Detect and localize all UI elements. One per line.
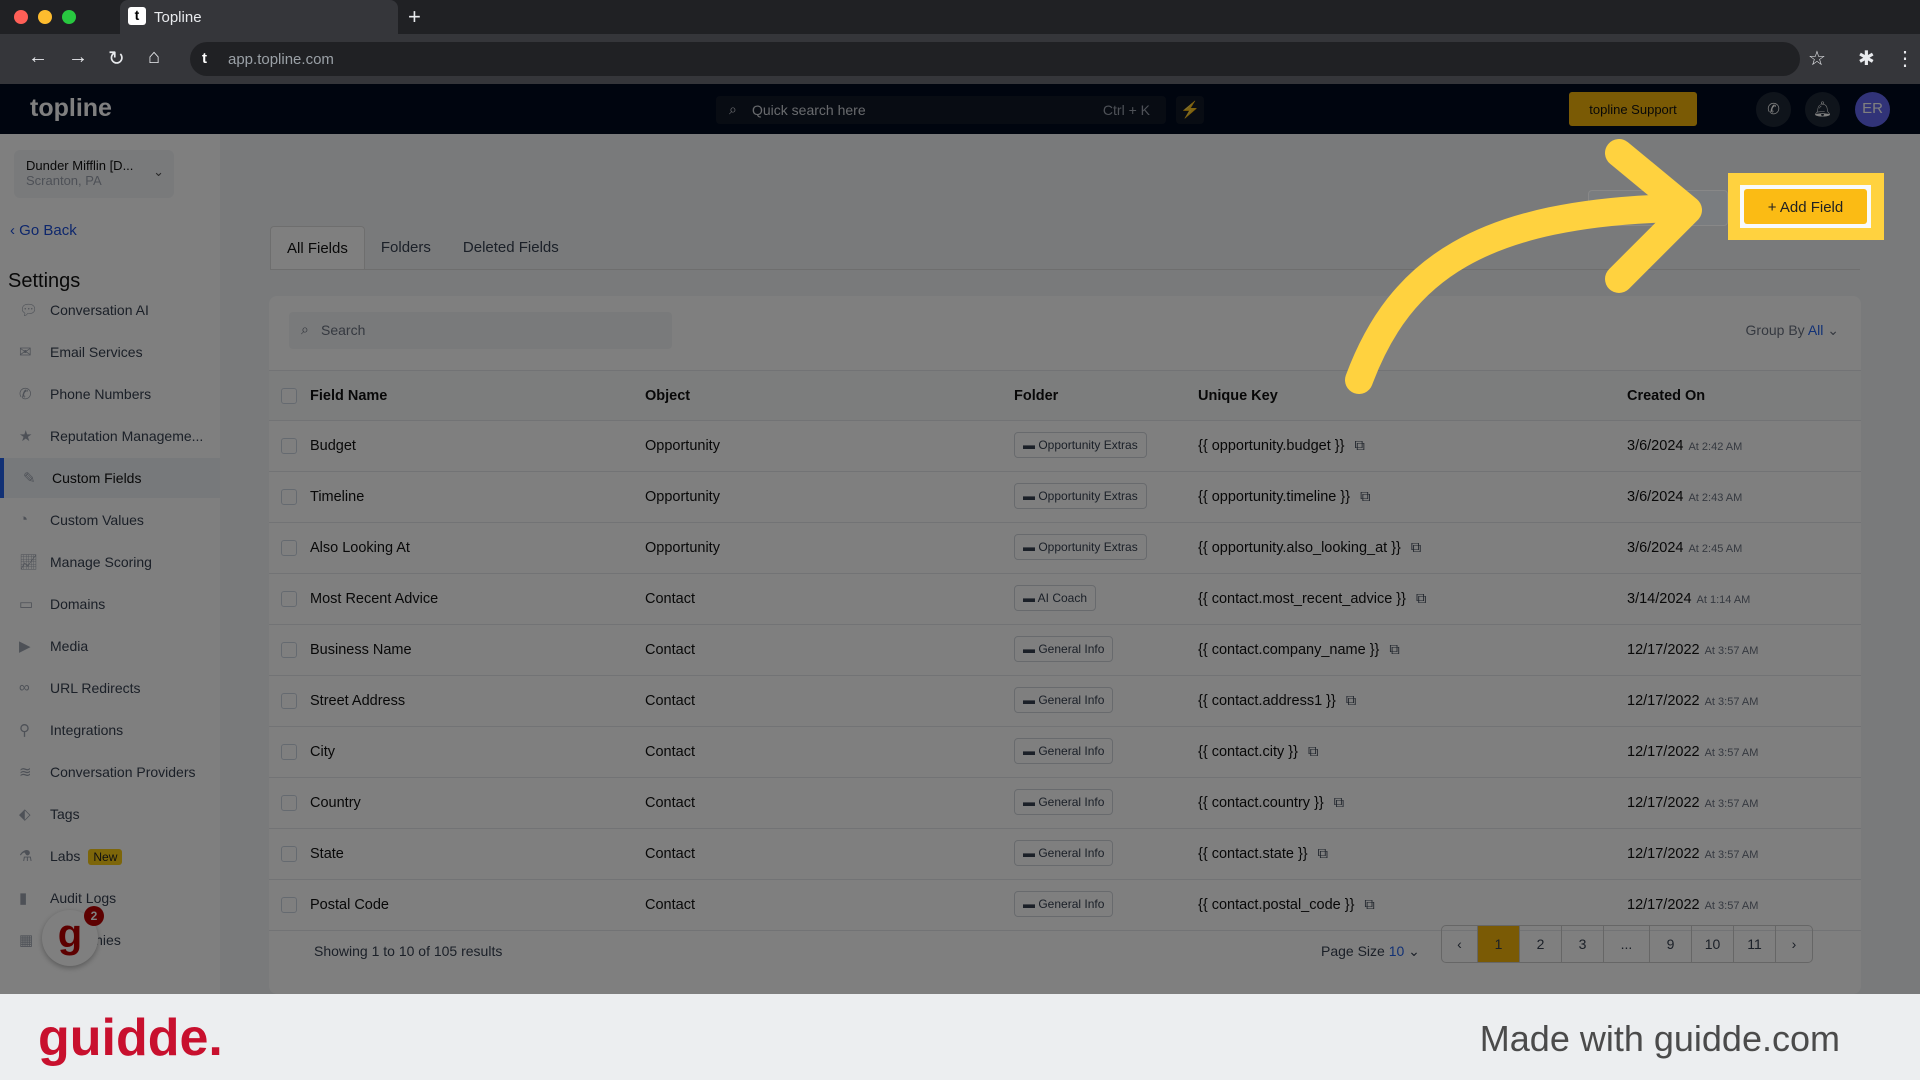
- guidde-footer: guidde. Made with guidde.com: [0, 994, 1920, 1080]
- address-bar-row: ← → ↻ ⌂ t app.topline.com ☆ ✱ ⋮: [0, 34, 1920, 84]
- menu-icon[interactable]: ⋮: [1895, 46, 1915, 71]
- made-with-text: Made with guidde.com: [1479, 1018, 1840, 1059]
- back-icon[interactable]: ←: [28, 46, 48, 69]
- favicon-icon: t: [128, 7, 146, 25]
- add-folder-button[interactable]: Add Folder: [1588, 190, 1728, 226]
- add-field-button-wrap: + Add Field: [1740, 185, 1871, 228]
- browser-tab-bar: t Topline +: [0, 0, 1920, 34]
- forward-icon[interactable]: →: [68, 46, 88, 69]
- guidde-logo: guidde.: [38, 1009, 223, 1067]
- tab-title: Topline: [154, 9, 202, 26]
- add-field-button[interactable]: + Add Field: [1744, 189, 1867, 224]
- reload-icon[interactable]: ↻: [108, 46, 125, 71]
- new-tab-icon[interactable]: +: [408, 4, 421, 30]
- url-text: app.topline.com: [228, 51, 334, 68]
- bookmark-star-icon[interactable]: ☆: [1808, 46, 1826, 71]
- extensions-icon[interactable]: ✱: [1858, 46, 1875, 71]
- browser-tab[interactable]: t Topline: [120, 0, 398, 34]
- home-icon[interactable]: ⌂: [148, 46, 160, 69]
- favicon-icon: t: [202, 50, 207, 67]
- url-input[interactable]: t app.topline.com: [190, 42, 1800, 76]
